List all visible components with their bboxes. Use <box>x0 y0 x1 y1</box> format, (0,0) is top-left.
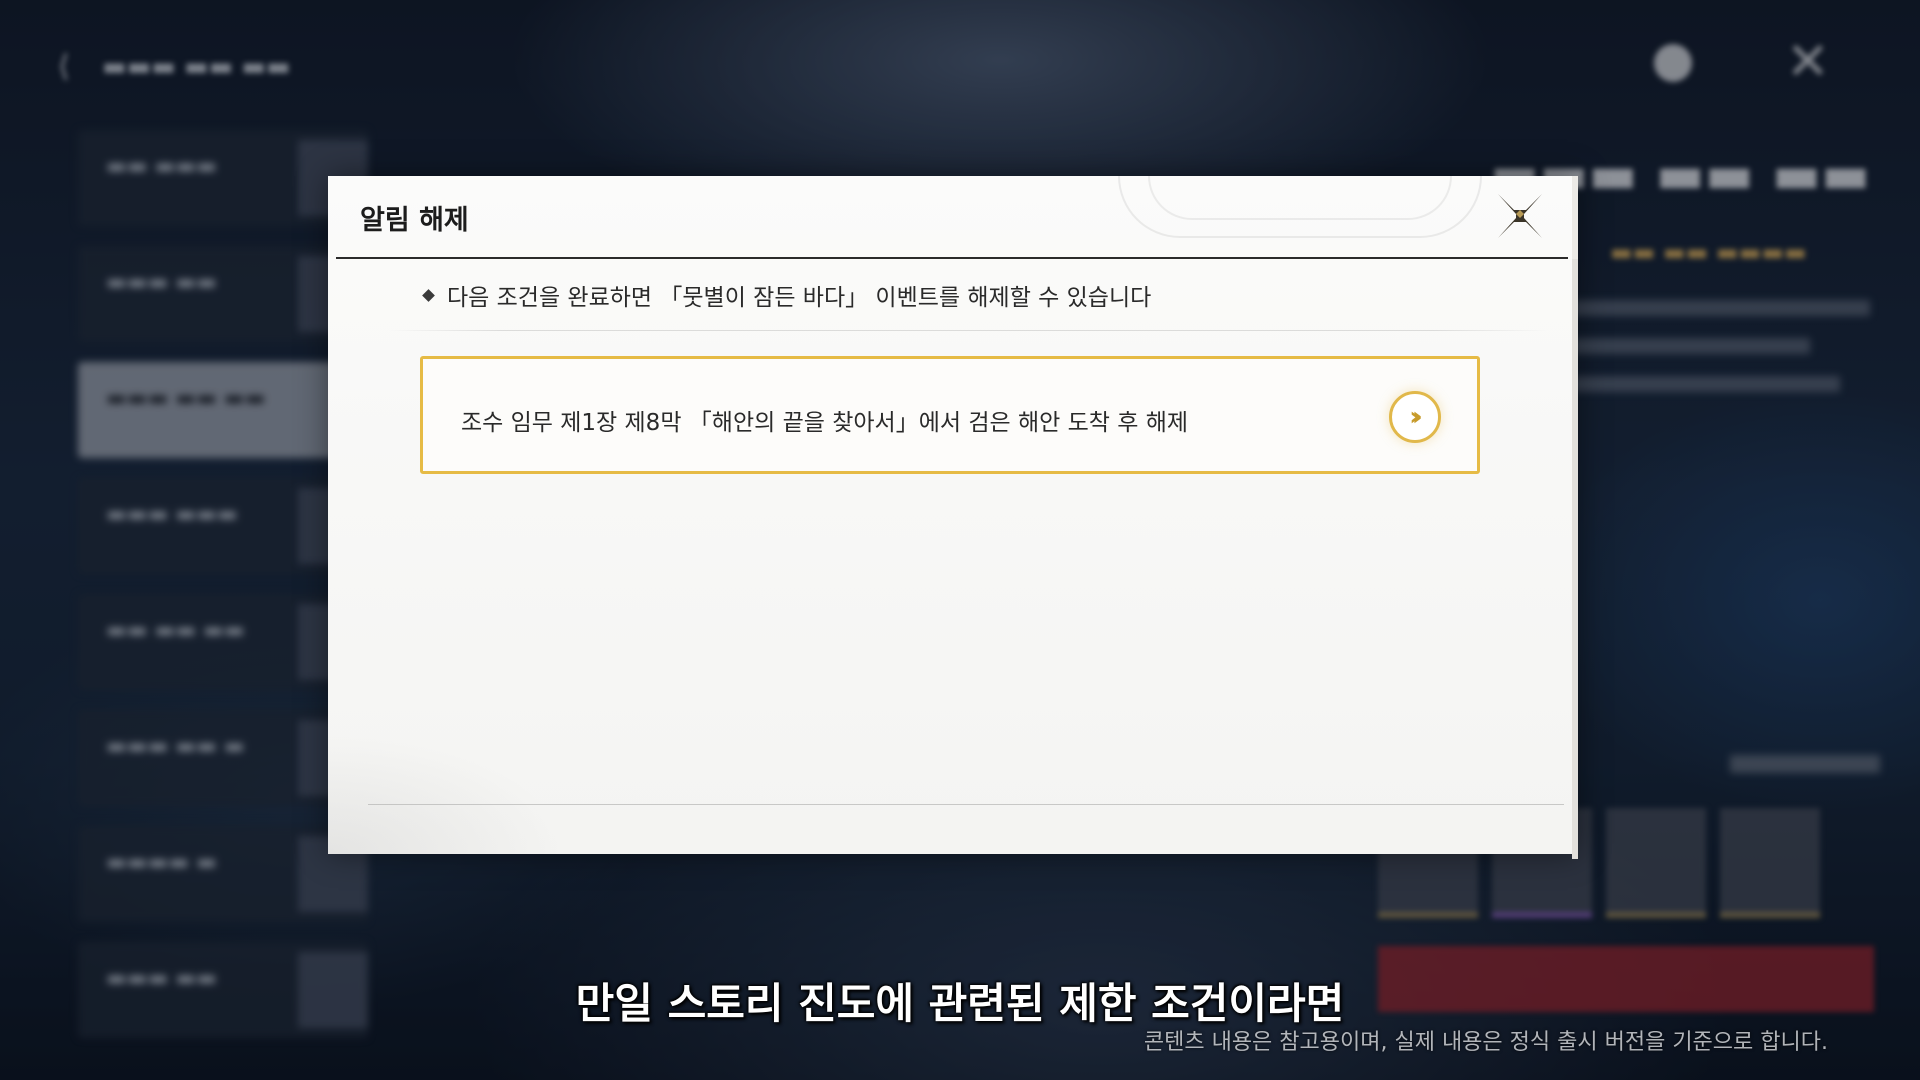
modal-title: 알림 해제 <box>360 205 469 236</box>
diamond-bullet-icon <box>422 288 435 302</box>
close-button[interactable] <box>1492 188 1548 244</box>
title-divider <box>336 257 1568 259</box>
unlock-condition-item[interactable]: 조수 임무 제1장 제8막 「해안의 끝을 찾아서」에서 검은 해안 도착 후 … <box>420 356 1480 474</box>
info-divider <box>388 330 1548 331</box>
unlock-notice-modal: 알림 해제 다음 조건을 완료하면 「뭇별이 잠든 바다」 이벤트를 해제할 수… <box>328 176 1578 859</box>
unlock-info-text: 다음 조건을 완료하면 「뭇별이 잠든 바다」 이벤트를 해제할 수 있습니다 <box>447 285 1152 311</box>
disclaimer-text: 콘텐츠 내용은 참고용이며, 실제 내용은 정식 출시 버전을 기준으로 합니다… <box>1143 1030 1828 1055</box>
condition-text: 조수 임무 제1장 제8막 「해안의 끝을 찾아서」에서 검은 해안 도착 후 … <box>461 410 1189 436</box>
modal-decoration <box>1148 176 1452 220</box>
close-x-icon <box>1498 194 1542 238</box>
unlock-info: 다음 조건을 완료하면 「뭇별이 잠든 바다」 이벤트를 해제할 수 있습니다 <box>422 278 1152 312</box>
go-to-quest-button[interactable]: ›› <box>1389 391 1441 443</box>
double-chevron-right-icon: ›› <box>1409 402 1423 432</box>
video-subtitle: 만일 스토리 진도에 관련된 제한 조건이라면 <box>575 979 1345 1028</box>
modal-texture <box>328 734 568 854</box>
modal-edge <box>1572 259 1578 859</box>
